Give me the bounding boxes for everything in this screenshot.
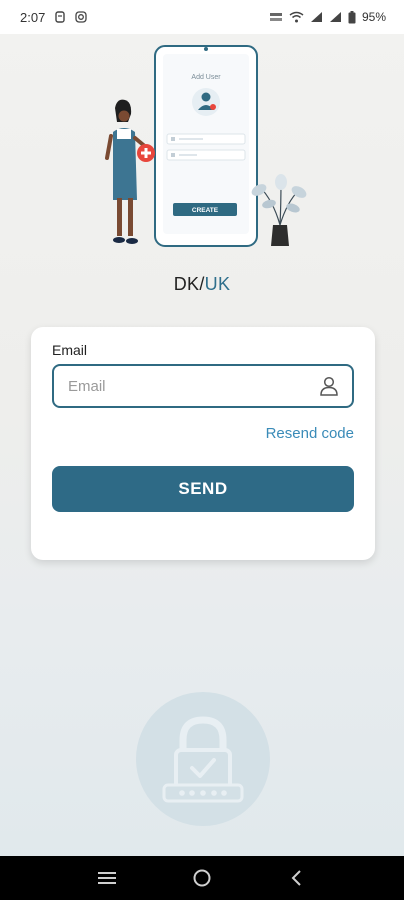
region-uk: UK xyxy=(204,274,231,294)
status-time: 2:07 xyxy=(20,9,46,25)
region-label: DK/UK xyxy=(0,274,404,295)
signal-icon xyxy=(329,12,341,22)
back-button[interactable] xyxy=(277,858,317,898)
battery-icon xyxy=(348,10,356,23)
add-user-illustration: Add User CREATE xyxy=(105,45,307,247)
email-field-container[interactable] xyxy=(52,364,354,408)
lock-badge xyxy=(136,692,270,826)
notification-icon xyxy=(55,11,66,23)
signal-icon xyxy=(310,12,322,22)
home-icon xyxy=(193,869,211,887)
system-nav-bar xyxy=(0,856,404,900)
home-button[interactable] xyxy=(182,858,222,898)
email-label: Email xyxy=(52,342,88,358)
resend-code-link[interactable]: Resend code xyxy=(266,425,354,442)
email-input[interactable] xyxy=(68,377,318,395)
instagram-icon xyxy=(75,11,87,23)
svg-text:Add User: Add User xyxy=(191,74,221,81)
email-form-card: Email Resend code SEND xyxy=(31,327,375,560)
status-bar: 2:07 95% xyxy=(0,0,404,34)
menu-icon xyxy=(98,872,117,884)
battery-percent: 95% xyxy=(361,10,386,24)
svg-text:CREATE: CREATE xyxy=(192,207,219,214)
wifi-icon xyxy=(289,11,304,23)
back-icon xyxy=(291,870,301,886)
recent-apps-button[interactable] xyxy=(87,858,127,898)
region-dk: DK xyxy=(173,274,200,294)
data-speed-icon xyxy=(269,13,282,21)
lock-icon xyxy=(162,716,244,803)
user-icon xyxy=(320,376,338,396)
send-button[interactable]: SEND xyxy=(52,466,354,512)
